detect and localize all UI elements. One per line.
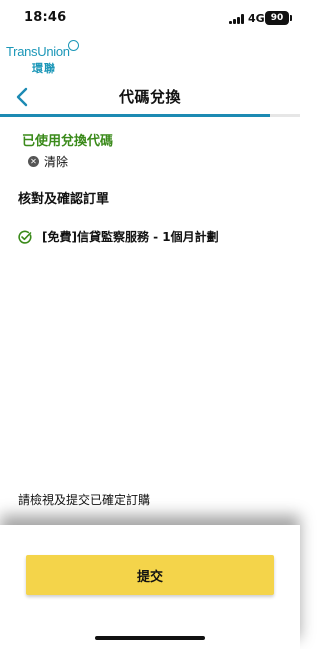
- review-instruction: 請檢視及提交已確定訂購: [18, 493, 151, 507]
- chevron-left-icon[interactable]: [14, 87, 32, 107]
- progress-bar: [0, 114, 300, 117]
- page-title: 代碼兌換: [118, 88, 181, 106]
- brand-badge-icon: [68, 40, 79, 51]
- bottom-action-panel: 提交: [0, 525, 300, 649]
- status-time: 18:46: [24, 10, 67, 25]
- check-circle-icon: [18, 230, 32, 244]
- brand-name-cn: 環聯: [32, 62, 56, 75]
- order-item: [免費]信貸監察服務 - 1個月計劃: [18, 228, 219, 245]
- signal-icon: [229, 14, 245, 24]
- progress-fill: [0, 114, 270, 117]
- brand-name: TransUnion: [6, 44, 70, 59]
- redeem-code-screen: 18:46 4G 90 TransUnion 環聯 代碼兌換 已使用兌換代碼 ✕…: [0, 0, 300, 649]
- close-circle-icon[interactable]: ✕: [28, 155, 39, 167]
- order-item-label: [免費]信貸監察服務 - 1個月計劃: [42, 230, 219, 244]
- transunion-logo: TransUnion 環聯: [6, 40, 86, 76]
- promo-code-status: 已使用兌換代碼: [22, 134, 114, 149]
- clear-code-button[interactable]: ✕ 清除: [28, 153, 68, 169]
- order-section-title: 核對及確認訂單: [18, 192, 110, 207]
- clear-label[interactable]: 清除: [44, 153, 68, 170]
- battery-icon: 90: [265, 11, 292, 25]
- network-label: 4G: [248, 12, 265, 25]
- submit-button[interactable]: 提交: [26, 555, 274, 595]
- page-header: 代碼兌換: [0, 80, 300, 114]
- status-bar: 18:46 4G 90: [0, 0, 300, 36]
- home-indicator[interactable]: [95, 636, 205, 640]
